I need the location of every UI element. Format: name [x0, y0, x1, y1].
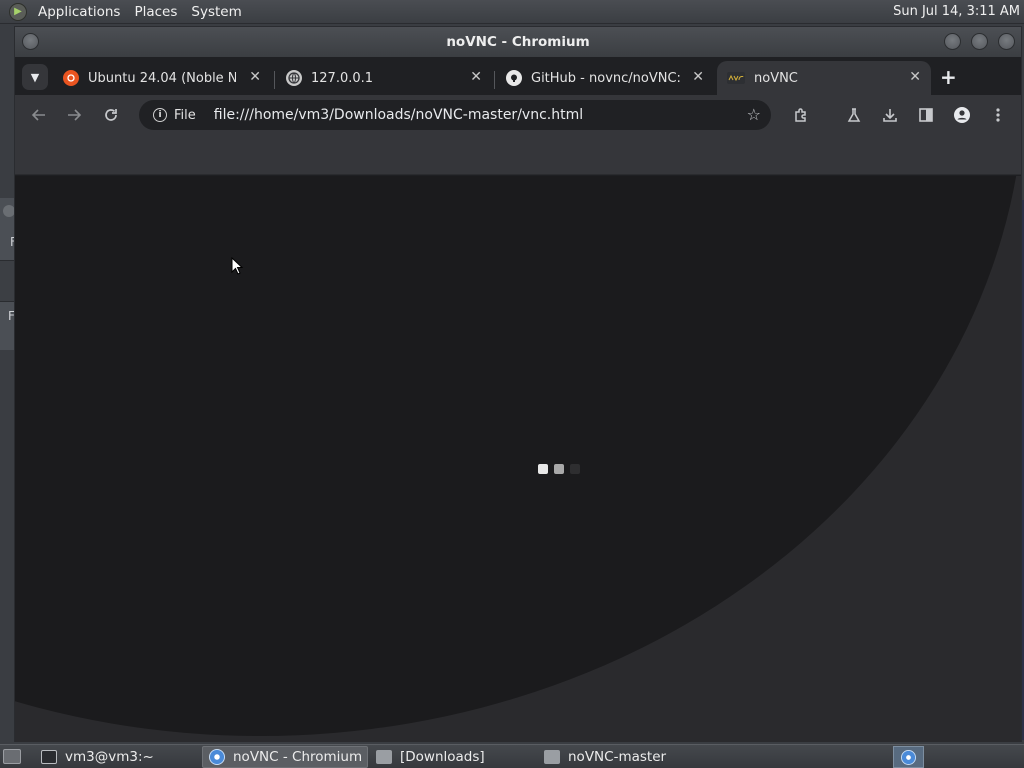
chromium-icon — [209, 749, 225, 765]
address-bar[interactable]: i File file:///home/vm3/Downloads/noVNC-… — [139, 100, 771, 130]
ubuntu-icon — [63, 70, 79, 86]
url-text[interactable]: file:///home/vm3/Downloads/noVNC-master/… — [214, 107, 583, 123]
bookmark-star-icon[interactable]: ☆ — [747, 105, 761, 124]
window-titlebar[interactable]: noVNC - Chromium — [15, 27, 1021, 57]
site-info-label: File — [174, 107, 196, 123]
tab-novnc[interactable]: noVNC ✕ — [717, 61, 931, 95]
tab-title: 127.0.0.1 — [311, 70, 374, 86]
taskbar-item-label: [Downloads] — [400, 749, 485, 765]
new-tab-button[interactable]: + — [940, 65, 957, 89]
taskbar-item-chromium[interactable]: noVNC - Chromium — [202, 746, 368, 768]
distro-logo-icon[interactable]: ▶ — [9, 2, 27, 21]
minimize-button[interactable] — [944, 33, 961, 50]
forward-icon[interactable] — [64, 105, 84, 125]
toolbar: i File file:///home/vm3/Downloads/noVNC-… — [15, 95, 1021, 135]
reload-icon[interactable] — [101, 105, 121, 125]
terminal-icon — [41, 750, 57, 764]
page-content[interactable] — [15, 176, 1021, 742]
taskbar-item-downloads[interactable]: [Downloads] — [370, 746, 536, 768]
mouse-cursor-icon — [231, 257, 244, 275]
window-title: noVNC - Chromium — [446, 34, 590, 50]
extensions-icon[interactable] — [791, 105, 811, 125]
close-window-button[interactable] — [998, 33, 1015, 50]
tab-title: GitHub - novnc/noVNC: VN — [531, 70, 681, 86]
folder-icon — [376, 750, 392, 764]
menu-icon[interactable] — [988, 105, 1008, 125]
download-icon[interactable] — [880, 105, 900, 125]
places-menu[interactable]: Places — [127, 4, 184, 20]
tab-title: Ubuntu 24.04 (Noble Num — [88, 70, 236, 86]
tab-separator — [494, 71, 495, 89]
loading-spinner — [538, 464, 580, 474]
close-tab-icon[interactable]: ✕ — [470, 69, 482, 85]
chromium-icon — [901, 749, 916, 765]
side-panel-icon[interactable] — [916, 105, 936, 125]
loading-dot — [554, 464, 564, 474]
info-icon: i — [153, 108, 167, 122]
window-menu-button[interactable] — [22, 33, 39, 50]
tab-localhost[interactable]: 127.0.0.1 ✕ — [276, 61, 492, 95]
taskbar-item-terminal[interactable]: vm3@vm3:~ — [35, 746, 198, 768]
taskbar-item-label: vm3@vm3:~ — [65, 749, 154, 765]
close-tab-icon[interactable]: ✕ — [249, 69, 261, 85]
tab-strip: ▼ Ubuntu 24.04 (Noble Num ✕ 127.0.0.1 ✕ … — [15, 57, 1021, 95]
loading-dot — [538, 464, 548, 474]
clock[interactable]: Sun Jul 14, 3:11 AM — [893, 4, 1020, 19]
show-desktop-icon[interactable] — [3, 749, 21, 764]
labs-icon[interactable] — [844, 105, 864, 125]
tab-separator — [274, 71, 275, 89]
github-icon — [506, 70, 522, 86]
browser-window: noVNC - Chromium ▼ Ubuntu 24.04 (Noble N… — [14, 26, 1022, 742]
chevron-down-icon: ▼ — [30, 70, 40, 84]
taskbar-item-label: noVNC - Chromium — [233, 749, 363, 765]
novnc-icon — [727, 72, 745, 84]
system-menu[interactable]: System — [184, 4, 248, 20]
maximize-button[interactable] — [971, 33, 988, 50]
background-shape — [15, 176, 1021, 736]
globe-icon — [286, 70, 302, 86]
bottom-taskbar: vm3@vm3:~ noVNC - Chromium [Downloads] n… — [0, 744, 1024, 768]
tab-title: noVNC — [754, 70, 798, 86]
site-info-chip[interactable]: i File — [147, 108, 202, 123]
tab-ubuntu[interactable]: Ubuntu 24.04 (Noble Num ✕ — [53, 61, 271, 95]
taskbar-item-novnc-master[interactable]: noVNC-master — [538, 746, 704, 768]
tab-search-button[interactable]: ▼ — [22, 64, 48, 90]
folder-icon — [544, 750, 560, 764]
tray-chromium-icon[interactable] — [893, 746, 924, 768]
top-panel: ▶ Applications Places System Sun Jul 14,… — [0, 0, 1024, 24]
profile-icon[interactable] — [952, 105, 972, 125]
tab-github[interactable]: GitHub - novnc/noVNC: VN ✕ — [496, 61, 714, 95]
close-tab-icon[interactable]: ✕ — [692, 69, 704, 85]
applications-menu[interactable]: Applications — [31, 4, 127, 20]
back-icon[interactable] — [29, 105, 49, 125]
bookmark-bar — [15, 135, 1021, 175]
close-tab-icon[interactable]: ✕ — [909, 69, 921, 85]
loading-dot — [570, 464, 580, 474]
taskbar-item-label: noVNC-master — [568, 749, 667, 765]
